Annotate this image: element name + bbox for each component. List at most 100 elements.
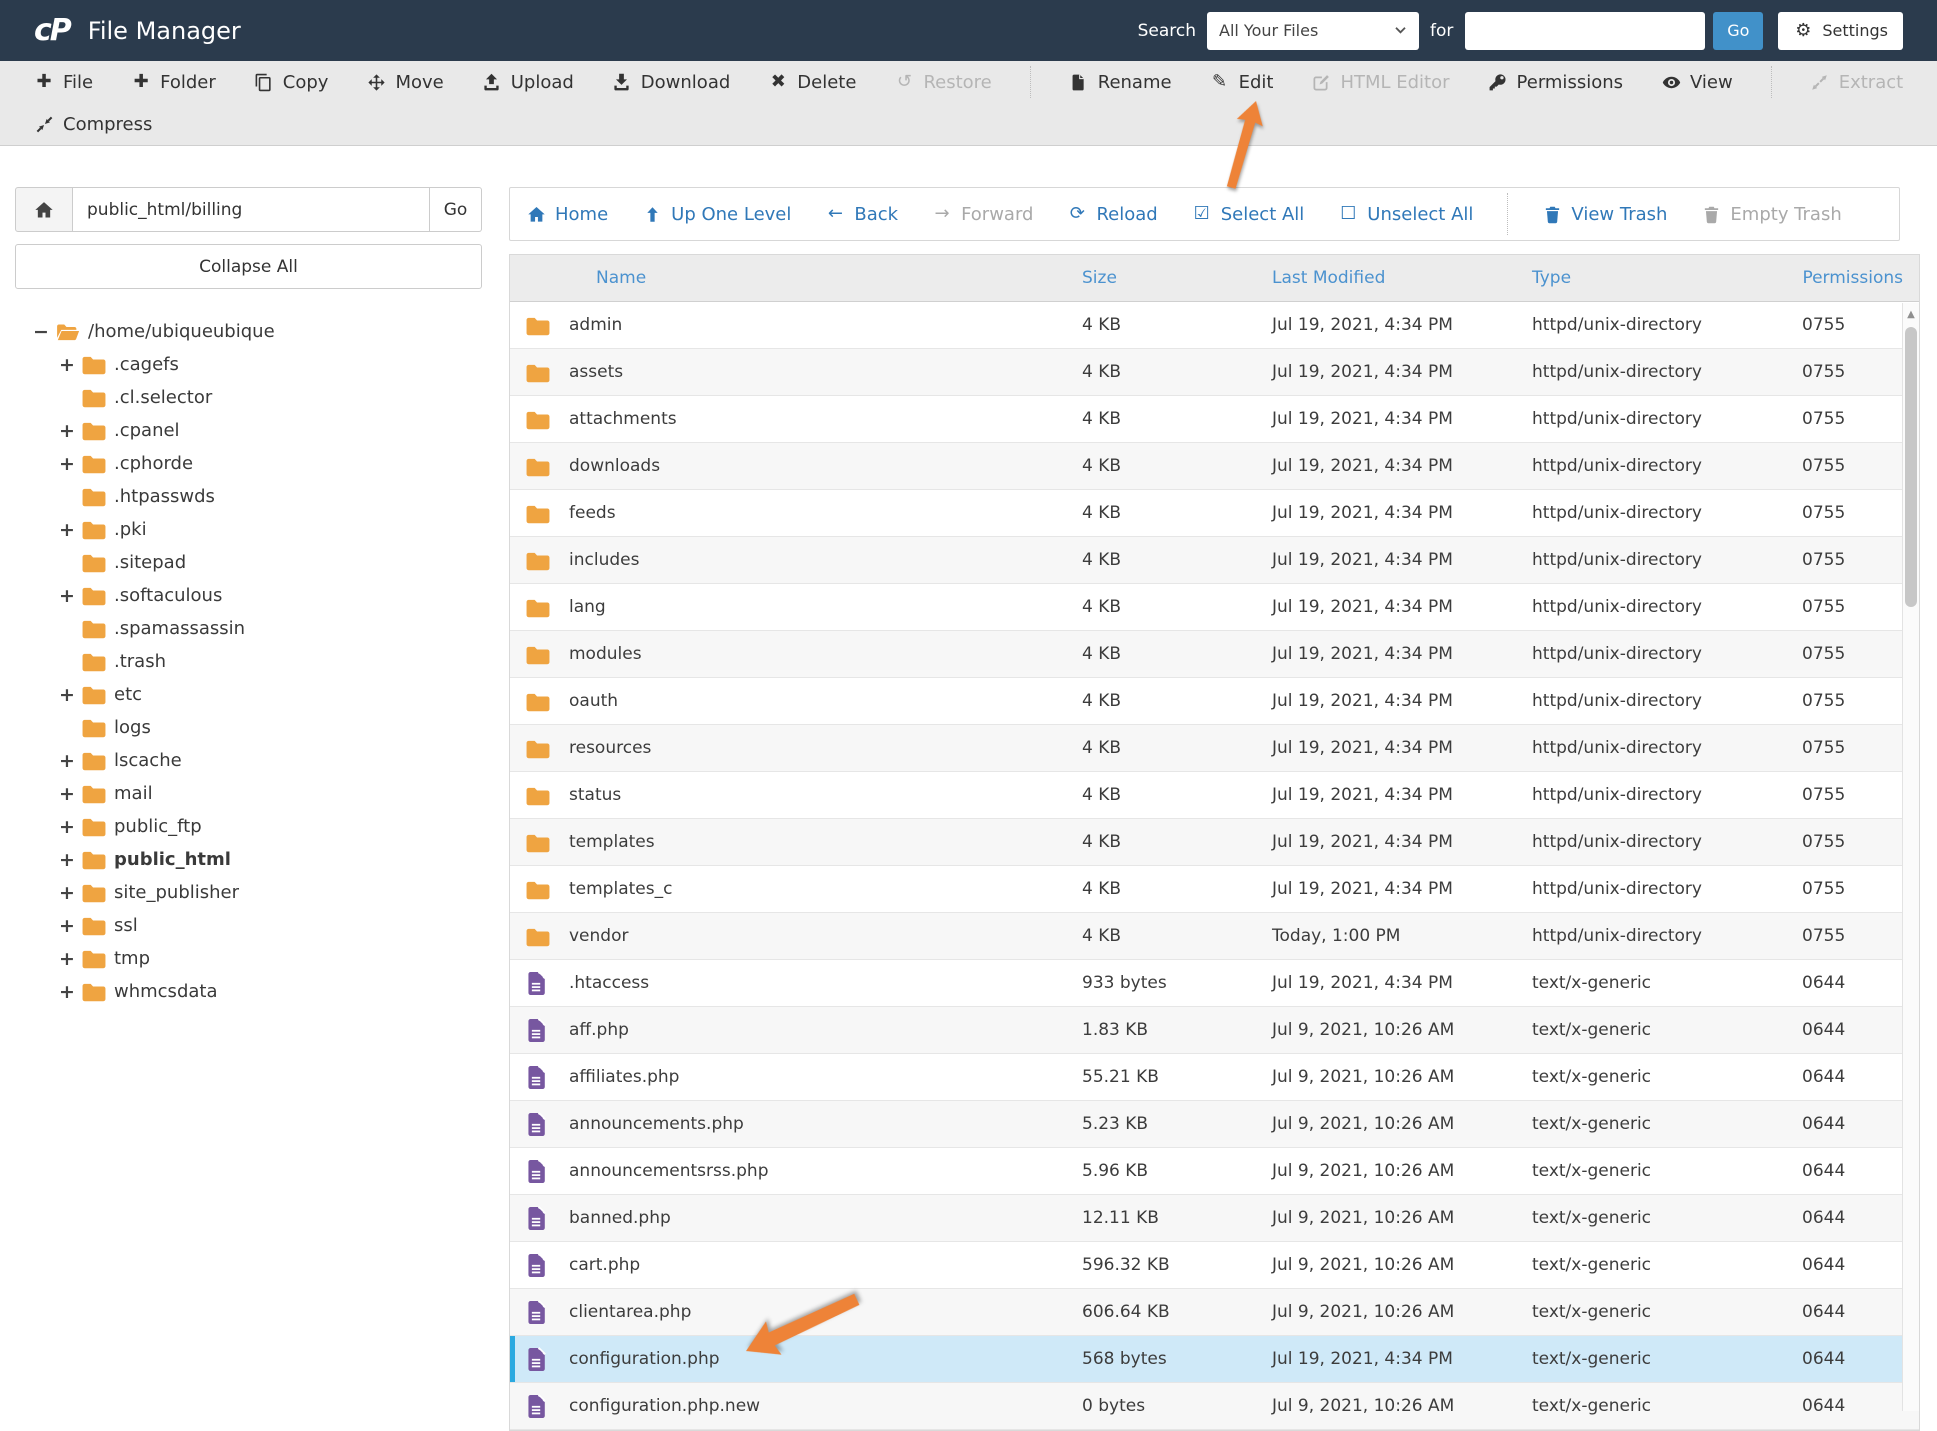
toolbar-item-rename[interactable]: Rename [1069,72,1172,93]
file-row-announcementsrss.php[interactable]: announcementsrss.php 5.96 KB Jul 9, 2021, … [510,1148,1919,1195]
tree-item-public-ftp[interactable]: + public_ftp [15,810,482,843]
file-row-banned.php[interactable]: banned.php 12.11 KB Jul 9, 2021, 10:26 AM t… [510,1195,1919,1242]
tree-item-public-html[interactable]: + public_html [15,843,482,876]
file-row-assets[interactable]: assets 4 KB Jul 19, 2021, 4:34 PM httpd/uni… [510,349,1919,396]
column-header-size[interactable]: Size [1070,268,1260,288]
scrollbar-thumb[interactable] [1905,327,1917,607]
expand-icon[interactable]: + [59,849,81,871]
file-row-admin[interactable]: admin 4 KB Jul 19, 2021, 4:34 PM httpd/unix… [510,302,1919,349]
toolbar-item-file[interactable]: ✚ File [34,72,93,93]
file-row-status[interactable]: status 4 KB Jul 19, 2021, 4:34 PM httpd/uni… [510,772,1919,819]
tree-item-tmp[interactable]: + tmp [15,942,482,975]
column-header-type[interactable]: Type [1520,268,1790,288]
search-go-button[interactable]: Go [1713,11,1764,50]
column-header-last-modified[interactable]: Last Modified [1260,268,1520,288]
file-row-affiliates.php[interactable]: affiliates.php 55.21 KB Jul 9, 2021, 10:26… [510,1054,1919,1101]
tree-item-site-publisher[interactable]: + site_publisher [15,876,482,909]
file-row-modules[interactable]: modules 4 KB Jul 19, 2021, 4:34 PM httpd/un… [510,631,1919,678]
file-row-downloads[interactable]: downloads 4 KB Jul 19, 2021, 4:34 PM httpd/… [510,443,1919,490]
file-row-resources[interactable]: resources 4 KB Jul 19, 2021, 4:34 PM httpd/… [510,725,1919,772]
file-row-clientarea.php[interactable]: clientarea.php 606.64 KB Jul 9, 2021, 10:2… [510,1289,1919,1336]
expand-icon[interactable]: + [59,948,81,970]
scrollbar-up-arrow[interactable]: ▲ [1903,303,1919,325]
toolbar-item-view[interactable]: View [1661,72,1733,93]
tree-item-softaculous[interactable]: + .softaculous [15,579,482,612]
search-scope-select[interactable]: All Your Files [1207,11,1419,50]
file-perms: 0755 [1802,926,1846,946]
column-header-permissions[interactable]: Permissions [1790,268,1919,288]
toolbar-item-html-editor: HTML Editor [1311,72,1450,93]
nav-item-unselect-all[interactable]: ☐ Unselect All [1338,204,1473,225]
nav-item-back[interactable]: ← Back [825,204,898,225]
expand-icon[interactable]: + [59,915,81,937]
tree-item-logs[interactable]: logs [15,711,482,744]
toolbar-item-download[interactable]: Download [612,72,730,93]
collapse-icon[interactable]: − [33,321,55,343]
toolbar-item-compress[interactable]: Compress [34,114,152,135]
expand-icon[interactable]: + [59,783,81,805]
expand-icon[interactable]: + [59,420,81,442]
path-go-button[interactable]: Go [430,187,482,232]
expand-icon[interactable]: + [59,453,81,475]
tree-item-cl-selector[interactable]: .cl.selector [15,381,482,414]
expand-icon[interactable]: + [59,519,81,541]
tree-item-htpasswds[interactable]: .htpasswds [15,480,482,513]
toolbar-item-permissions[interactable]: Permissions [1488,72,1623,93]
file-row-oauth[interactable]: oauth 4 KB Jul 19, 2021, 4:34 PM httpd/unix… [510,678,1919,725]
expand-icon[interactable]: + [59,684,81,706]
tree-item-ssl[interactable]: + ssl [15,909,482,942]
nav-item-home[interactable]: Home [526,204,608,225]
file-row-configuration.php[interactable]: configuration.php 568 bytes Jul 19, 2021, … [510,1336,1919,1383]
tree-item-home-ubiqueubique[interactable]: − /home/ubiqueubique [15,315,482,348]
tree-item-cagefs[interactable]: + .cagefs [15,348,482,381]
toolbar-item-folder[interactable]: ✚ Folder [131,72,216,93]
tree-item-sitepad[interactable]: .sitepad [15,546,482,579]
tree-item-lscache[interactable]: + lscache [15,744,482,777]
tree-item-pki[interactable]: + .pki [15,513,482,546]
tree-item-whmcsdata[interactable]: + whmcsdata [15,975,482,1008]
collapse-all-button[interactable]: Collapse All [15,244,482,289]
toolbar-item-move[interactable]: Move [366,72,444,93]
expand-icon[interactable]: + [59,981,81,1003]
file-row-announcements.php[interactable]: announcements.php 5.23 KB Jul 9, 2021, 10:… [510,1101,1919,1148]
file-row-aff.php[interactable]: aff.php 1.83 KB Jul 9, 2021, 10:26 AM text/… [510,1007,1919,1054]
tree-item-cphorde[interactable]: + .cphorde [15,447,482,480]
home-directory-button[interactable] [15,187,73,232]
toolbar-item-upload[interactable]: Upload [482,72,574,93]
file-row-vendor[interactable]: vendor 4 KB Today, 1:00 PM httpd/unix-direc… [510,913,1919,960]
toolbar-item-copy[interactable]: Copy [254,72,328,93]
expand-icon[interactable]: + [59,882,81,904]
file-row-.htaccess[interactable]: .htaccess 933 bytes Jul 19, 2021, 4:34 PM t… [510,960,1919,1007]
file-row-lang[interactable]: lang 4 KB Jul 19, 2021, 4:34 PM httpd/unix-… [510,584,1919,631]
tree-item-etc[interactable]: + etc [15,678,482,711]
tree-item-cpanel[interactable]: + .cpanel [15,414,482,447]
file-row-templates[interactable]: templates 4 KB Jul 19, 2021, 4:34 PM httpd/… [510,819,1919,866]
expand-icon[interactable]: + [59,816,81,838]
nav-item-view-trash[interactable]: View Trash [1542,204,1667,225]
expand-icon[interactable]: + [59,354,81,376]
expand-icon[interactable]: + [59,750,81,772]
tree-item-mail[interactable]: + mail [15,777,482,810]
path-input[interactable] [73,187,430,232]
table-scrollbar[interactable]: ▲ [1902,303,1919,1411]
search-input[interactable] [1465,11,1706,50]
file-row-cart.php[interactable]: cart.php 596.32 KB Jul 9, 2021, 10:26 AM te… [510,1242,1919,1289]
file-row-templates_c[interactable]: templates_c 4 KB Jul 19, 2021, 4:34 PM http… [510,866,1919,913]
toolbar-item-delete[interactable]: ✖ Delete [768,72,857,93]
file-icon [524,1299,551,1325]
file-row-feeds[interactable]: feeds 4 KB Jul 19, 2021, 4:34 PM httpd/unix… [510,490,1919,537]
file-type: text/x-generic [1532,1020,1652,1040]
file-modified: Jul 9, 2021, 10:26 AM [1272,1067,1455,1087]
tree-item-spamassassin[interactable]: .spamassassin [15,612,482,645]
file-row-attachments[interactable]: attachments 4 KB Jul 19, 2021, 4:34 PM http… [510,396,1919,443]
file-row-includes[interactable]: includes 4 KB Jul 19, 2021, 4:34 PM httpd/u… [510,537,1919,584]
column-header-name[interactable]: Name [510,268,1070,288]
expand-icon[interactable]: + [59,585,81,607]
nav-item-reload[interactable]: ⟳ Reload [1067,204,1158,225]
settings-button[interactable]: ⚙ Settings [1778,11,1903,50]
file-row-configuration.php.new[interactable]: configuration.php.new 0 bytes Jul 9, 2021,… [510,1383,1919,1430]
nav-item-select-all[interactable]: ☑ Select All [1192,204,1305,225]
nav-item-up-one-level[interactable]: Up One Level [642,204,791,225]
toolbar-item-edit[interactable]: ✎ Edit [1210,72,1273,93]
tree-item-trash[interactable]: .trash [15,645,482,678]
